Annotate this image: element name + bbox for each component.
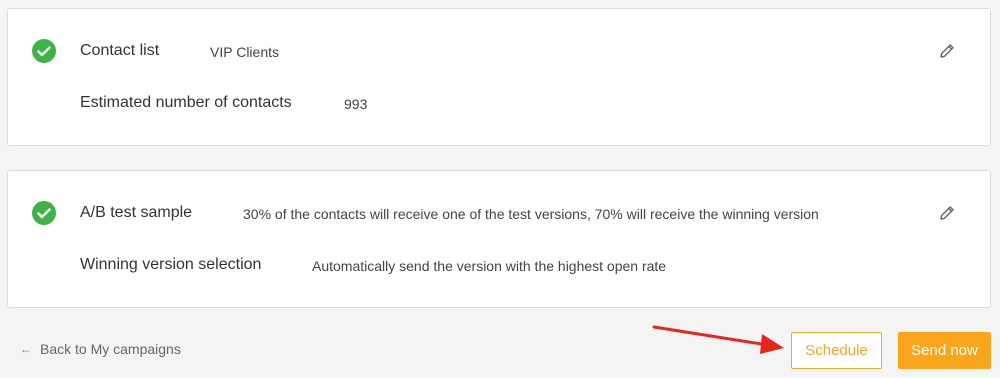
estimated-contacts-label: Estimated number of contacts <box>80 94 292 111</box>
winning-version-value: Automatically send the version with the … <box>312 258 667 274</box>
ab-test-card: A/B test sample 30% of the contacts will… <box>7 170 991 308</box>
check-circle-icon <box>32 39 56 63</box>
send-now-button[interactable]: Send now <box>898 332 991 369</box>
ab-sample-label: A/B test sample <box>80 204 193 221</box>
back-link-label: Back to My campaigns <box>40 341 181 357</box>
contact-list-label: Contact list <box>80 42 160 59</box>
winning-version-label: Winning version selection <box>80 256 262 273</box>
pencil-icon[interactable] <box>937 203 957 223</box>
check-circle-icon <box>32 201 56 225</box>
annotation-arrow <box>652 325 784 354</box>
arrow-left-icon: ← <box>20 342 32 356</box>
contact-list-value: VIP Clients <box>210 44 279 60</box>
ab-sample-value: 30% of the contacts will receive one of … <box>243 206 819 222</box>
pencil-icon[interactable] <box>937 41 957 61</box>
estimated-contacts-value: 993 <box>344 96 368 112</box>
recipients-card: Contact list VIP Clients Estimated numbe… <box>7 8 991 146</box>
schedule-button[interactable]: Schedule <box>791 332 882 369</box>
back-to-campaigns-link[interactable]: ← Back to My campaigns <box>20 341 181 357</box>
